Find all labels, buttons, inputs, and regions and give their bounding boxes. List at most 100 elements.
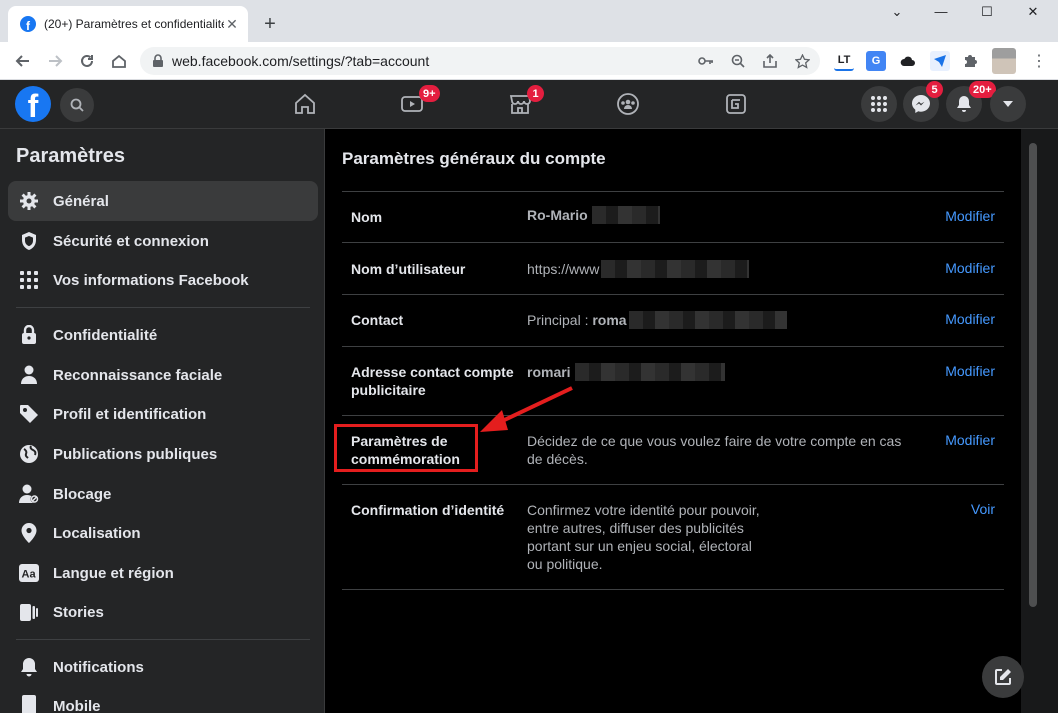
facebook-header: f 9+ 1 5 20+ bbox=[0, 80, 1058, 129]
grid-icon bbox=[18, 269, 40, 291]
edit-ad-contact-link[interactable]: Modifier bbox=[945, 363, 995, 379]
home-nav-icon[interactable] bbox=[293, 92, 317, 116]
star-icon[interactable] bbox=[792, 51, 812, 71]
rocket-extension-icon[interactable] bbox=[930, 51, 950, 71]
sidebar-item-facebook-info[interactable]: Vos informations Facebook bbox=[8, 260, 318, 300]
share-icon[interactable] bbox=[760, 51, 780, 71]
messenger-icon bbox=[912, 95, 930, 113]
cloud-extension-icon[interactable] bbox=[898, 51, 918, 71]
sidebar-item-profile-tagging[interactable]: Profil et identification bbox=[8, 394, 318, 434]
sidebar-item-label: Publications publiques bbox=[53, 445, 218, 463]
redacted-block bbox=[574, 363, 725, 381]
translate-extension-icon[interactable]: G bbox=[866, 51, 886, 71]
sidebar-item-security[interactable]: Sécurité et connexion bbox=[8, 221, 318, 261]
sidebar-item-label: Notifications bbox=[53, 658, 144, 676]
sidebar-item-notifications[interactable]: Notifications bbox=[8, 647, 318, 687]
lock-icon bbox=[153, 54, 163, 67]
key-icon[interactable] bbox=[696, 51, 716, 71]
close-window-button[interactable]: ✕ bbox=[1018, 4, 1048, 20]
sidebar-item-mobile[interactable]: Mobile bbox=[8, 686, 318, 713]
location-pin-icon bbox=[18, 522, 40, 544]
compose-icon bbox=[995, 669, 1011, 685]
setting-value-prefix: Principal : bbox=[527, 312, 593, 328]
sidebar-item-language[interactable]: Aa Langue et région bbox=[8, 553, 318, 593]
grid-menu-icon bbox=[871, 96, 887, 112]
url-text: web.facebook.com/settings/?tab=account bbox=[172, 53, 430, 69]
edit-memorialization-link[interactable]: Modifier bbox=[945, 432, 995, 448]
bell-icon bbox=[957, 96, 971, 112]
redacted-block bbox=[591, 206, 660, 224]
gear-icon bbox=[18, 190, 40, 212]
setting-value-ad-contact: romari bbox=[527, 363, 725, 381]
setting-label-contact: Contact bbox=[351, 312, 404, 328]
caret-down-icon bbox=[1003, 101, 1013, 107]
setting-value-identity: Confirmez votre identité pour pouvoir, e… bbox=[527, 502, 760, 572]
setting-value-name: Ro-Mario bbox=[527, 206, 660, 224]
back-icon[interactable] bbox=[10, 48, 36, 74]
zoom-icon[interactable] bbox=[728, 51, 748, 71]
bell-icon bbox=[18, 656, 40, 678]
gaming-nav-icon[interactable] bbox=[724, 92, 748, 116]
sidebar-item-label: Sécurité et connexion bbox=[53, 232, 209, 250]
reload-icon[interactable] bbox=[74, 48, 100, 74]
search-button[interactable] bbox=[60, 88, 94, 122]
divider bbox=[342, 484, 1004, 485]
page-title: Paramètres généraux du compte bbox=[342, 149, 606, 168]
maximize-button[interactable]: ☐ bbox=[972, 4, 1002, 20]
divider bbox=[342, 294, 1004, 295]
browser-menu-icon[interactable]: ⋮ bbox=[1026, 48, 1052, 74]
sidebar-item-public-posts[interactable]: Publications publiques bbox=[8, 434, 318, 474]
browser-window: f (20+) Paramètres et confidentialité ✕ … bbox=[0, 0, 1058, 713]
scrollbar-thumb[interactable] bbox=[1029, 143, 1037, 607]
sidebar-divider bbox=[16, 307, 310, 308]
facebook-logo[interactable]: f bbox=[15, 86, 51, 122]
search-icon bbox=[70, 98, 84, 112]
setting-value-text: https://www bbox=[527, 261, 600, 277]
divider bbox=[342, 191, 1004, 192]
globe-icon bbox=[18, 443, 40, 465]
facebook-favicon-icon: f bbox=[20, 16, 36, 32]
edit-contact-link[interactable]: Modifier bbox=[945, 311, 995, 327]
stories-icon bbox=[18, 601, 40, 623]
extensions-puzzle-icon[interactable] bbox=[960, 51, 980, 71]
mobile-icon bbox=[18, 695, 40, 713]
profile-avatar[interactable] bbox=[992, 48, 1016, 74]
sidebar-item-label: Localisation bbox=[53, 524, 141, 542]
new-message-button[interactable] bbox=[982, 656, 1024, 698]
minimize-button[interactable]: — bbox=[926, 4, 956, 19]
tab-search-icon[interactable]: ⌄ bbox=[882, 4, 912, 20]
sidebar-item-blocking[interactable]: Blocage bbox=[8, 474, 318, 514]
languagetool-extension-icon[interactable]: LT bbox=[834, 51, 854, 71]
tab-close-icon[interactable]: ✕ bbox=[224, 16, 240, 33]
sidebar-item-label: Général bbox=[53, 192, 109, 210]
view-identity-link[interactable]: Voir bbox=[971, 501, 995, 517]
svg-text:Aa: Aa bbox=[22, 569, 37, 581]
person-icon bbox=[18, 364, 40, 386]
sidebar-item-label: Langue et région bbox=[53, 564, 174, 582]
messenger-badge: 5 bbox=[926, 81, 943, 98]
setting-value-username: https://www bbox=[527, 260, 750, 278]
edit-username-link[interactable]: Modifier bbox=[945, 260, 995, 276]
settings-sidebar: Paramètres Général Sécurité et connexion… bbox=[0, 129, 325, 713]
new-tab-button[interactable]: + bbox=[258, 12, 282, 36]
forward-icon[interactable] bbox=[42, 48, 68, 74]
tab-title: (20+) Paramètres et confidentialité bbox=[44, 17, 224, 31]
divider bbox=[342, 589, 1004, 590]
menu-grid-button[interactable] bbox=[861, 86, 897, 122]
sidebar-item-stories[interactable]: Stories bbox=[8, 592, 318, 632]
shield-icon bbox=[18, 230, 40, 252]
settings-panel: Paramètres généraux du compte Nom Ro-Mar… bbox=[325, 129, 1021, 713]
sidebar-item-location[interactable]: Localisation bbox=[8, 513, 318, 553]
tag-icon bbox=[18, 403, 40, 425]
home-icon[interactable] bbox=[106, 48, 132, 74]
groups-nav-icon[interactable] bbox=[616, 92, 640, 116]
address-bar[interactable]: web.facebook.com/settings/?tab=account bbox=[140, 47, 820, 75]
sidebar-item-label: Stories bbox=[53, 603, 104, 621]
browser-tab[interactable]: f (20+) Paramètres et confidentialité ✕ bbox=[8, 6, 248, 42]
sidebar-item-general[interactable]: Général bbox=[8, 181, 318, 221]
sidebar-item-privacy[interactable]: Confidentialité bbox=[8, 315, 318, 355]
sidebar-item-label: Vos informations Facebook bbox=[53, 271, 249, 289]
sidebar-item-face-recognition[interactable]: Reconnaissance faciale bbox=[8, 355, 318, 395]
account-menu-button[interactable] bbox=[990, 86, 1026, 122]
edit-name-link[interactable]: Modifier bbox=[945, 208, 995, 224]
